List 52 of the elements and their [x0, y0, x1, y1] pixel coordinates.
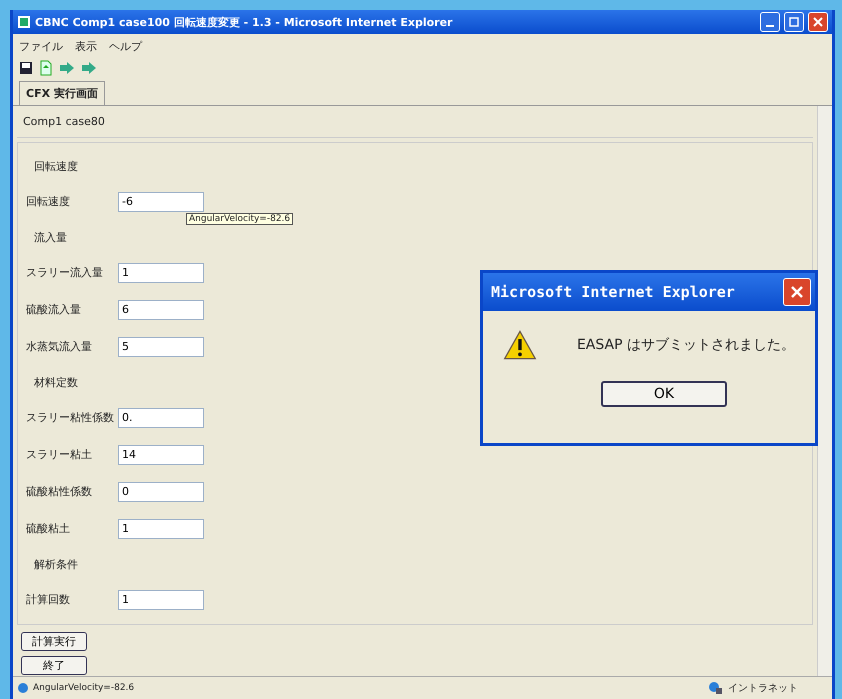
status-text: AngularVelocity=-82.6	[33, 683, 136, 693]
minimize-button[interactable]	[760, 12, 780, 32]
input-field[interactable]: 5	[118, 336, 204, 356]
menu-item[interactable]: ヘルプ	[109, 39, 142, 54]
window-title: CBNC Comp1 case100 回転速度変更 - 1.3 - Microsoft Internet Explorer	[35, 14, 454, 30]
input-field[interactable]: 1	[118, 262, 204, 282]
close-icon	[813, 17, 823, 27]
minimize-icon	[766, 24, 774, 26]
input-field[interactable]: 14	[118, 444, 204, 464]
forward-icon[interactable]	[59, 61, 75, 75]
close-button[interactable]	[808, 12, 828, 32]
menu-item[interactable]: 表示	[75, 39, 97, 54]
input-field[interactable]: 1	[118, 518, 204, 538]
section-label: 解析条件	[33, 557, 79, 573]
tooltip: AngularVelocity=-82.6	[186, 213, 294, 225]
ok-button[interactable]: OK	[601, 381, 727, 407]
input-field[interactable]: 1	[118, 590, 204, 610]
scrollbar[interactable]	[817, 106, 832, 676]
maximize-button[interactable]	[784, 12, 804, 32]
dialog-title: Microsoft Internet Explorer	[491, 283, 736, 301]
section-label: 材料定数	[33, 375, 79, 391]
field-label: 硫酸流入量	[26, 302, 82, 317]
browser-icon	[17, 15, 31, 29]
save-icon[interactable]	[19, 61, 33, 75]
section-label: 流入量	[33, 230, 68, 246]
field-label: 回転速度	[26, 194, 71, 209]
field-label: 計算回数	[26, 592, 71, 607]
input-field[interactable]: 6	[118, 300, 204, 320]
panel-title: Comp1 case80	[17, 106, 813, 138]
tab[interactable]: CFX 実行画面	[19, 81, 105, 105]
field-label: スラリー流入量	[26, 265, 104, 280]
close-icon	[790, 285, 804, 299]
menu-item[interactable]: ファイル	[19, 39, 63, 54]
network-icon	[708, 681, 724, 695]
field-label: 水蒸気流入量	[26, 339, 93, 354]
input-field[interactable]: 0.	[118, 408, 204, 428]
maximize-icon	[789, 17, 799, 27]
field-label: 硫酸粘土	[26, 521, 71, 536]
page-icon	[17, 682, 29, 694]
field-label: スラリー粘性係数	[26, 410, 115, 425]
input-field[interactable]: 0	[118, 482, 204, 502]
input-field[interactable]: -6	[118, 192, 204, 212]
section-label: 回転速度	[33, 159, 79, 175]
field-label: 硫酸粘性係数	[26, 484, 93, 499]
form-button[interactable]: 計算実行	[21, 632, 87, 651]
document-icon[interactable]	[39, 60, 53, 76]
forward-icon[interactable]	[81, 61, 97, 75]
field-label: スラリー粘土	[26, 447, 93, 462]
close-button[interactable]	[783, 278, 811, 306]
form-button[interactable]: 終了	[21, 656, 87, 675]
zone-label: イントラネット	[728, 682, 798, 695]
dialog-message: EASAP はサブミットされました。	[576, 336, 795, 354]
